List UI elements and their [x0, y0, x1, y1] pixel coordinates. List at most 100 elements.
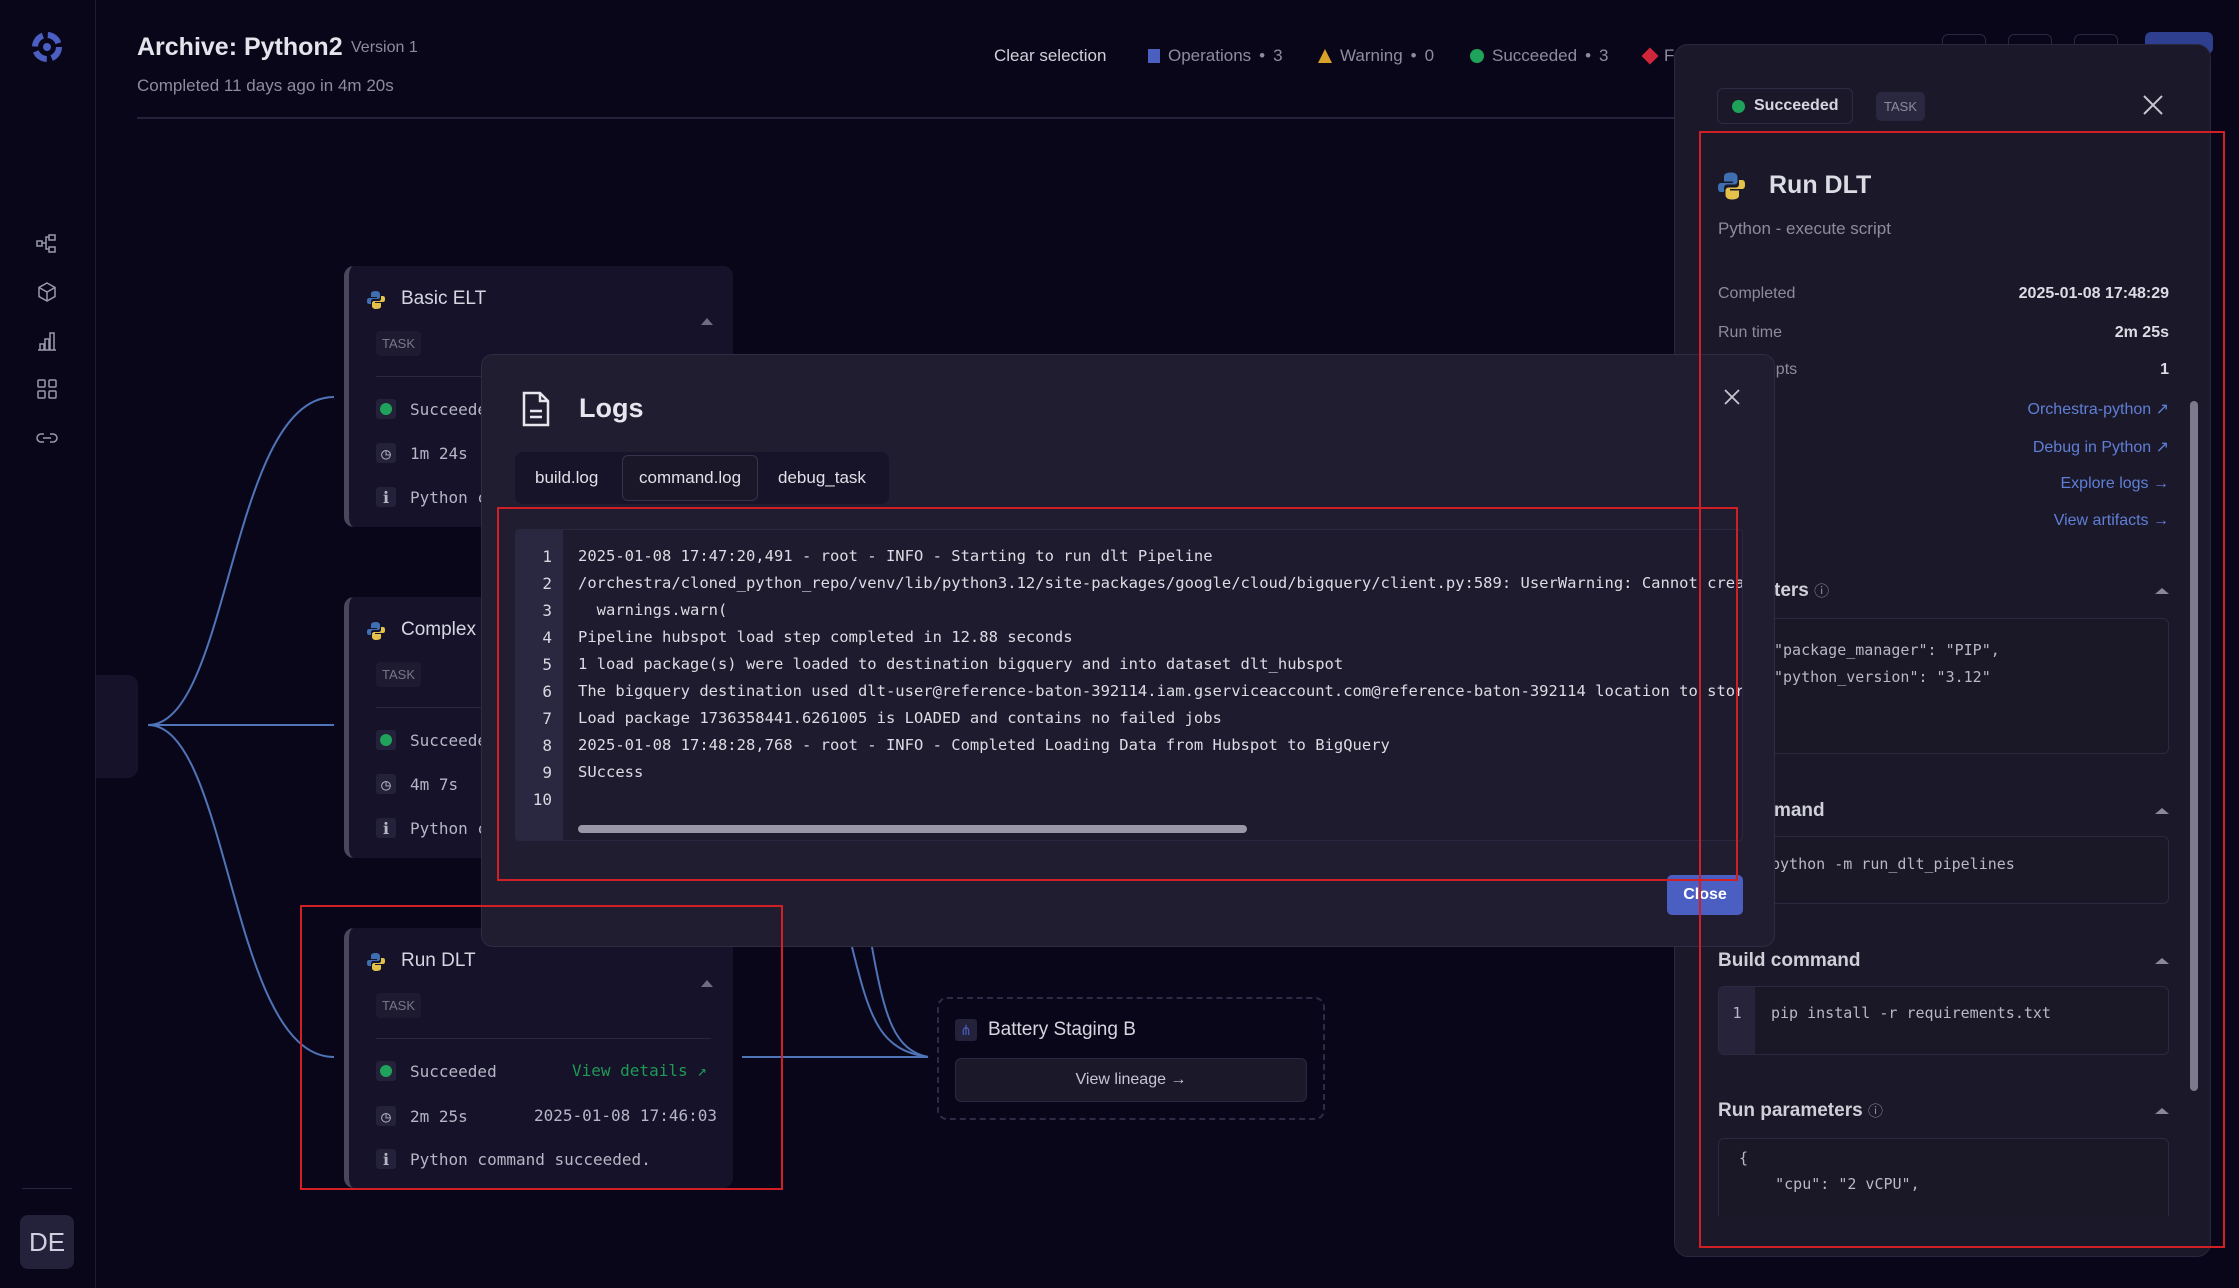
message-row: ℹ Python command succeeded.: [376, 1149, 651, 1169]
duration-text: 2m 25s: [410, 1106, 468, 1126]
message-text: Python command succeeded.: [410, 1149, 651, 1169]
log-line: warnings.warn(: [578, 601, 728, 619]
status-row: Succeede: [376, 399, 487, 419]
check-icon: [376, 1061, 396, 1081]
info-icon: ℹ: [376, 1149, 396, 1169]
status-row: Succeede: [376, 730, 487, 750]
edge-to-run-dlt: [147, 724, 335, 1058]
log-line: Load package 1736358441.6261005 is LOADE…: [578, 709, 1222, 727]
status-text: Succeeded: [410, 1061, 497, 1081]
run-command-header[interactable]: n command: [1718, 800, 2169, 822]
line-number: 1: [542, 547, 552, 566]
check-icon: [376, 730, 396, 750]
row-label: Run time: [1718, 324, 1783, 341]
collapse-chevron-icon[interactable]: [2155, 808, 2169, 814]
panel-scrollbar[interactable]: [2190, 401, 2198, 1091]
logs-modal: Logs build.log command.log debug_task 1 2…: [481, 354, 1775, 947]
log-tabs: build.log command.log debug_task: [515, 452, 889, 504]
code-line: "package_manager": "PIP",: [1774, 641, 2000, 659]
message-text: Python c: [410, 487, 488, 507]
edge-to-basic-elt: [147, 396, 335, 726]
log-viewer: 1 2 3 4 5 6 7 8 9 10 2025-01-08 17:47:20,491 - ro…: [515, 529, 1743, 841]
collapse-chevron-icon[interactable]: [2155, 588, 2169, 594]
log-line: 2025-01-08 17:47:20,491 - root - INFO - …: [578, 547, 1213, 565]
log-line: Pipeline hubspot load step completed in …: [578, 628, 1073, 646]
status-row: Succeeded: [376, 1061, 497, 1081]
integration-link[interactable]: Orchestra-python ↗: [2028, 399, 2169, 419]
info-icon: ℹ: [376, 487, 396, 507]
line-number: 1: [1719, 987, 1755, 1054]
attempts-row: of attempts1: [1718, 361, 2169, 379]
source-node[interactable]: [96, 675, 138, 778]
build-parameters-header[interactable]: arameters ⓘ: [1718, 580, 2169, 602]
check-circle-icon: [1732, 99, 1745, 113]
collapse-chevron-icon[interactable]: [701, 980, 713, 987]
debug-link-row: linkDebug in Python ↗: [1718, 437, 2169, 457]
message-row: ℹ Python c: [376, 487, 487, 507]
status-text: Succeede: [410, 730, 488, 750]
status-text: Succeede: [410, 399, 488, 419]
check-icon: [376, 399, 396, 419]
info-icon: ⓘ: [1867, 1103, 1883, 1120]
log-line: 1 load package(s) were loaded to destina…: [578, 655, 1344, 673]
edge-to-battery: [851, 946, 929, 1058]
collapse-chevron-icon[interactable]: [2155, 958, 2169, 964]
panel-title: Run DLT: [1769, 171, 1872, 199]
line-number: 8: [542, 736, 552, 755]
close-icon[interactable]: [2142, 94, 2164, 116]
task-badge: TASK: [1876, 92, 1925, 121]
duration-row: ◷ 4m 7s: [376, 774, 458, 794]
modal-title: Logs: [579, 393, 644, 423]
task-badge: TASK: [376, 662, 421, 687]
view-details-link[interactable]: View details ↗: [572, 1061, 707, 1080]
code-line: "cpu": "2 vCPU",: [1739, 1175, 1920, 1193]
build-command-code: 1 pip install -r requirements.txt: [1718, 986, 2169, 1055]
horizontal-scrollbar-thumb[interactable]: [578, 825, 1247, 833]
python-icon: [367, 291, 385, 309]
close-icon[interactable]: [1724, 389, 1740, 405]
task-badge: TASK: [376, 993, 421, 1018]
line-number: 4: [542, 628, 552, 647]
line-number: 5: [542, 655, 552, 674]
info-icon: ⓘ: [1814, 583, 1830, 600]
tab-command-log[interactable]: command.log: [622, 455, 759, 501]
clock-icon: ◷: [376, 1106, 396, 1126]
info-icon: ℹ: [376, 818, 396, 838]
view-artifacts-link[interactable]: View artifacts →: [2054, 512, 2169, 530]
line-gutter: 1 2 3 4 5 6 7 8 9 10: [516, 530, 563, 840]
log-line: The bigquery destination used dlt-user@r…: [578, 682, 1742, 700]
build-command-header[interactable]: Build command: [1718, 950, 2169, 972]
run-parameters-header[interactable]: Run parameters ⓘ: [1718, 1100, 2169, 1122]
message-row: ℹ Python c: [376, 818, 487, 838]
python-icon: [367, 953, 385, 971]
line-number: 6: [542, 682, 552, 701]
tab-debug-task[interactable]: debug_task: [762, 455, 882, 501]
clock-icon: ◷: [376, 443, 396, 463]
collapse-chevron-icon[interactable]: [2155, 1108, 2169, 1114]
tab-build-log[interactable]: build.log: [519, 455, 614, 501]
close-button[interactable]: Close: [1667, 875, 1743, 915]
logs-row: Explore logs →: [1718, 475, 2170, 493]
clock-icon: ◷: [376, 774, 396, 794]
line-number: 7: [542, 709, 552, 728]
lineage-icon: ⋔: [955, 1019, 977, 1041]
build-parameters-code: "package_manager": "PIP", "python_versio…: [1718, 618, 2169, 754]
document-icon: [522, 391, 550, 427]
task-badge: TASK: [376, 331, 421, 356]
node-run-dlt[interactable]: Run DLT TASK Succeeded View details ↗ ◷ 2…: [344, 928, 733, 1188]
view-lineage-button[interactable]: View lineage →: [955, 1058, 1307, 1102]
duration-row: ◷ 2m 25s: [376, 1106, 468, 1126]
collapse-chevron-icon[interactable]: [701, 318, 713, 325]
section-title: Run parameters: [1718, 1100, 1863, 1121]
horizontal-scroll-track[interactable]: [578, 825, 1678, 833]
message-text: Python c: [410, 818, 488, 838]
node-divider: [376, 1038, 711, 1039]
python-icon: [367, 622, 385, 640]
node-battery-staging-b[interactable]: ⋔ Battery Staging B View lineage →: [937, 997, 1325, 1120]
row-value: 2m 25s: [2114, 324, 2169, 341]
node-title: Complex: [401, 619, 476, 640]
debug-link[interactable]: Debug in Python ↗: [2033, 437, 2169, 457]
explore-logs-link[interactable]: Explore logs →: [2061, 475, 2170, 493]
line-number: 3: [542, 601, 552, 620]
